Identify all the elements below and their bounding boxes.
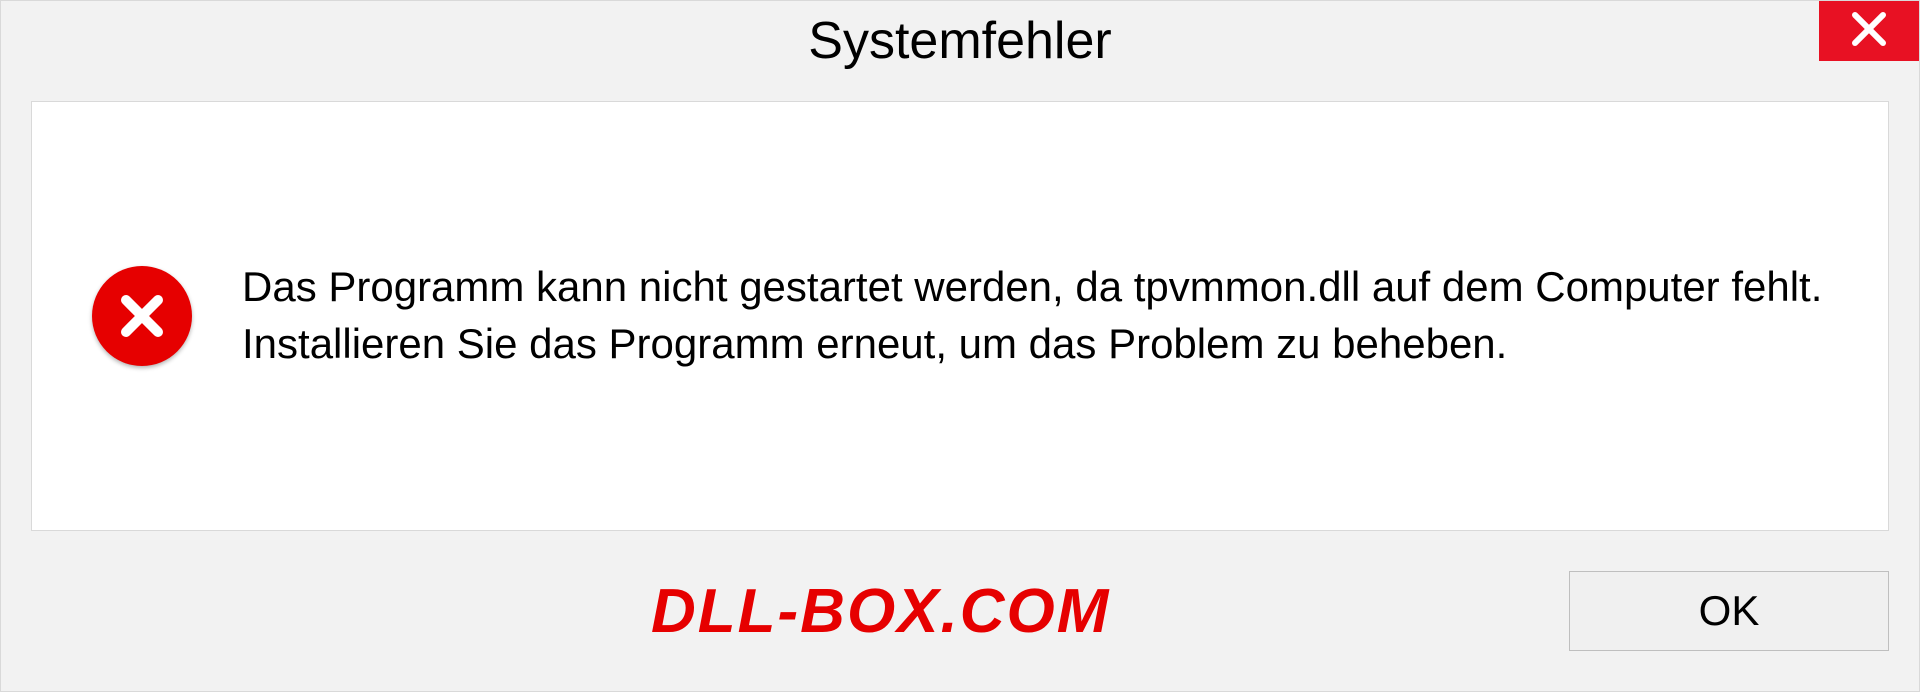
dialog-title: Systemfehler: [808, 11, 1111, 71]
error-dialog: Systemfehler Das Programm kann nicht ges…: [0, 0, 1920, 692]
close-button[interactable]: [1819, 1, 1919, 61]
error-icon: [92, 266, 192, 366]
title-bar: Systemfehler: [1, 1, 1919, 81]
button-row: DLL-BOX.COM OK: [1, 561, 1919, 691]
ok-button[interactable]: OK: [1569, 571, 1889, 651]
watermark-text: DLL-BOX.COM: [651, 576, 1110, 647]
error-message: Das Programm kann nicht gestartet werden…: [242, 259, 1828, 372]
close-icon: [1849, 9, 1889, 54]
content-panel: Das Programm kann nicht gestartet werden…: [31, 101, 1889, 531]
